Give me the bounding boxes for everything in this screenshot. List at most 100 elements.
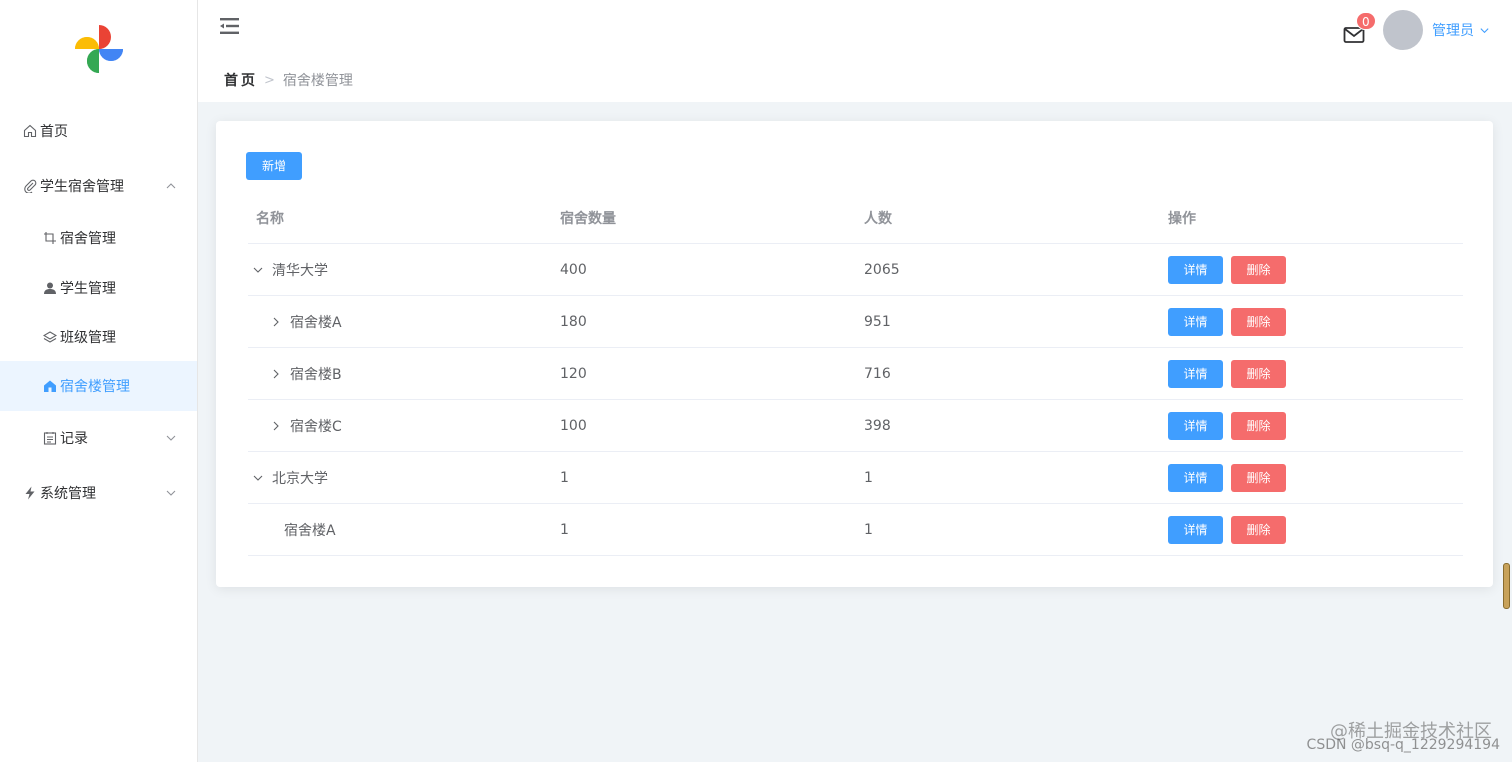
- table-row: 清华大学 400 2065 详情 删除: [248, 244, 1463, 296]
- pinwheel-logo-icon: [75, 25, 123, 73]
- sidebar-item-label: 学生管理: [60, 281, 116, 297]
- name-cell: 宿舍楼A: [248, 312, 552, 332]
- rooms-cell: 180: [560, 313, 587, 330]
- add-button[interactable]: 新增: [246, 152, 302, 180]
- name-cell: 北京大学: [248, 468, 552, 488]
- chevron-down-icon: [166, 490, 176, 496]
- table-row: 北京大学 1 1 详情 删除: [248, 452, 1463, 504]
- chevron-up-icon: [166, 183, 176, 189]
- name-cell: 宿舍楼B: [248, 364, 552, 384]
- calendar-icon: [42, 430, 58, 446]
- rooms-cell: 1: [560, 521, 569, 538]
- sidebar: 首页 学生宿舍管理 宿舍管理 学生管理 班级管理 宿舍楼管理 记录 系统管理: [0, 0, 198, 762]
- avatar[interactable]: [1383, 10, 1423, 50]
- scrollbar-thumb[interactable]: [1503, 563, 1510, 609]
- expand-right-icon[interactable]: [270, 316, 282, 328]
- people-cell: 716: [864, 365, 891, 382]
- column-header-rooms: 宿舍数量: [560, 210, 616, 227]
- row-name: 宿舍楼A: [290, 314, 342, 331]
- row-name: 宿舍楼B: [290, 366, 342, 383]
- rooms-cell: 1: [560, 469, 569, 486]
- chevron-down-icon: [1480, 27, 1489, 33]
- table-row: 宿舍楼B 120 716 详情 删除: [248, 348, 1463, 400]
- expand-down-icon[interactable]: [252, 472, 264, 484]
- top-header: 首页 > 宿舍楼管理 0 管理员: [198, 0, 1512, 102]
- sidebar-item-home[interactable]: 首页: [0, 106, 197, 156]
- row-name: 宿舍楼A: [284, 522, 336, 539]
- sidebar-item-dorm[interactable]: 宿舍管理: [0, 213, 197, 263]
- sidebar-item-building[interactable]: 宿舍楼管理: [0, 361, 197, 411]
- building-table: 名称 宿舍数量 人数 操作 清华大学 400 2065 详情 删除 宿舍楼A 1: [248, 192, 1463, 556]
- detail-button[interactable]: 详情: [1168, 515, 1223, 544]
- sidebar-item-system[interactable]: 系统管理: [0, 468, 197, 518]
- username: 管理员: [1432, 23, 1474, 39]
- name-cell: 清华大学: [248, 260, 552, 280]
- sidebar-item-student[interactable]: 学生管理: [0, 263, 197, 313]
- sidebar-item-label: 学生宿舍管理: [40, 179, 124, 195]
- sidebar-item-student-dorm[interactable]: 学生宿舍管理: [0, 161, 197, 211]
- sidebar-item-label: 班级管理: [60, 330, 116, 346]
- sidebar-item-record[interactable]: 记录: [0, 413, 197, 463]
- column-header-actions: 操作: [1168, 210, 1196, 227]
- delete-button[interactable]: 删除: [1231, 463, 1286, 492]
- table-row: 宿舍楼A 1 1 详情 删除: [248, 504, 1463, 556]
- people-cell: 1: [864, 469, 873, 486]
- detail-button[interactable]: 详情: [1168, 307, 1223, 336]
- table-header: 名称 宿舍数量 人数 操作: [248, 192, 1463, 244]
- table-row: 宿舍楼C 100 398 详情 删除: [248, 400, 1463, 452]
- people-cell: 398: [864, 417, 891, 434]
- row-name: 清华大学: [272, 262, 328, 279]
- user-dropdown[interactable]: 管理员: [1432, 20, 1490, 40]
- house-icon: [42, 378, 58, 394]
- detail-button[interactable]: 详情: [1168, 255, 1223, 284]
- expand-right-icon[interactable]: [270, 420, 282, 432]
- breadcrumb-home[interactable]: 首页: [224, 70, 258, 90]
- home-icon: [22, 123, 38, 139]
- mail-badge: 0: [1356, 12, 1376, 30]
- sidebar-item-class[interactable]: 班级管理: [0, 312, 197, 362]
- user-icon: [42, 280, 58, 296]
- sidebar-item-label: 首页: [40, 124, 68, 140]
- breadcrumb-current: 宿舍楼管理: [282, 73, 353, 89]
- delete-button[interactable]: 删除: [1231, 411, 1286, 440]
- watermark-csdn: CSDN @bsq-q_1229294194: [1306, 737, 1500, 753]
- chevron-down-icon: [166, 435, 176, 441]
- people-cell: 951: [864, 313, 891, 330]
- actions-cell: 详情 删除: [1160, 307, 1463, 336]
- sidebar-item-label: 系统管理: [40, 486, 96, 502]
- column-header-people: 人数: [864, 210, 892, 227]
- actions-cell: 详情 删除: [1160, 463, 1463, 492]
- name-cell: 宿舍楼C: [248, 416, 552, 436]
- detail-button[interactable]: 详情: [1168, 359, 1223, 388]
- expand-down-icon[interactable]: [252, 264, 264, 276]
- sidebar-item-label: 宿舍管理: [60, 231, 116, 247]
- row-name: 宿舍楼C: [290, 418, 342, 435]
- layers-icon: [42, 329, 58, 345]
- sidebar-item-label: 宿舍楼管理: [60, 379, 130, 395]
- row-name: 北京大学: [272, 470, 328, 487]
- sidebar-item-label: 记录: [60, 431, 88, 447]
- people-cell: 2065: [864, 261, 900, 278]
- menu-fold-icon[interactable]: [220, 17, 240, 35]
- column-header-name: 名称: [256, 210, 284, 227]
- rooms-cell: 400: [560, 261, 587, 278]
- name-cell: 宿舍楼A: [248, 520, 552, 540]
- actions-cell: 详情 删除: [1160, 359, 1463, 388]
- delete-button[interactable]: 删除: [1231, 255, 1286, 284]
- delete-button[interactable]: 删除: [1231, 359, 1286, 388]
- paperclip-icon: [22, 178, 38, 194]
- expand-right-icon[interactable]: [270, 368, 282, 380]
- content-card: 新增 名称 宿舍数量 人数 操作 清华大学 400 2065 详情 删除 宿舍楼…: [216, 121, 1493, 587]
- delete-button[interactable]: 删除: [1231, 307, 1286, 336]
- rooms-cell: 120: [560, 365, 587, 382]
- table-row: 宿舍楼A 180 951 详情 删除: [248, 296, 1463, 348]
- delete-button[interactable]: 删除: [1231, 515, 1286, 544]
- crop-icon: [42, 230, 58, 246]
- detail-button[interactable]: 详情: [1168, 463, 1223, 492]
- actions-cell: 详情 删除: [1160, 255, 1463, 284]
- people-cell: 1: [864, 521, 873, 538]
- lightning-icon: [22, 485, 38, 501]
- actions-cell: 详情 删除: [1160, 411, 1463, 440]
- detail-button[interactable]: 详情: [1168, 411, 1223, 440]
- breadcrumb-separator: >: [264, 72, 275, 88]
